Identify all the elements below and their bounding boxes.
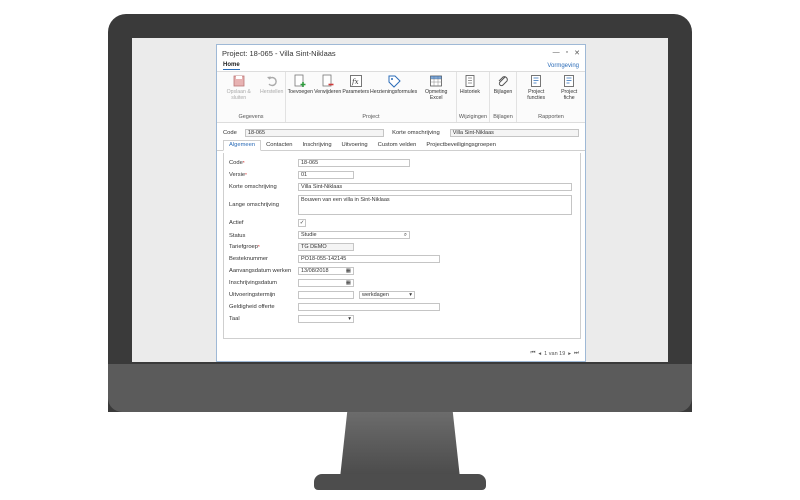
delete-button[interactable]: Verwijderen: [314, 74, 341, 114]
active-checkbox[interactable]: ✓: [298, 219, 306, 227]
quote-validity-label: Geldigheid offerte: [229, 304, 275, 310]
active-label: Actief: [229, 220, 244, 226]
search-icon[interactable]: ⌕: [404, 232, 407, 239]
ribbon-group-label: Bijlagen: [493, 114, 513, 120]
delete-document-icon: [322, 74, 334, 87]
short-description-label: Korte omschrijving: [392, 130, 440, 136]
tab-contacten[interactable]: Contacten: [261, 141, 297, 150]
first-record-icon[interactable]: ⏮: [530, 350, 535, 357]
window-title: Project: 18-065 - Villa Sint-Niklaas: [222, 48, 336, 58]
revision-formulas-button[interactable]: Herzieningsformules: [370, 74, 417, 114]
ribbon-group-rapporten: Project functies Project fiche Rapporten: [517, 72, 585, 122]
ribbon-group-project: Toevoegen Verwijderen fx Parameters Herz…: [286, 72, 457, 122]
project-functions-button[interactable]: Project functies: [519, 74, 553, 114]
ribbon-group-gegevens: Opslaan & sluiten Herstellen Gegevens: [217, 72, 286, 122]
monitor-chin: [108, 364, 692, 412]
short-description-field[interactable]: Villa Sint-Niklaas: [449, 129, 579, 137]
specification-number-input[interactable]: PO18-055-142145: [298, 255, 440, 263]
record-pager: ⏮ ◂ 1 van 19 ▸ ⏭: [530, 350, 579, 357]
report-icon: [531, 75, 542, 87]
ribbon-group-label: Rapporten: [538, 114, 564, 120]
tab-vormgeving[interactable]: Vormgeving: [547, 63, 579, 69]
code-form-label: Code*: [229, 160, 245, 166]
tab-home[interactable]: Home: [223, 62, 240, 70]
tag-icon: [388, 75, 401, 88]
tab-inschrijving[interactable]: Inschrijving: [298, 141, 337, 150]
calendar-icon[interactable]: ▦: [346, 268, 351, 274]
paperclip-icon: [498, 76, 508, 87]
code-input[interactable]: 18-065: [298, 159, 410, 167]
general-form: Code* 18-065 Versie* 01 Korte omschrijvi…: [223, 153, 581, 339]
add-document-icon: [294, 74, 306, 87]
monitor-stand: [340, 412, 460, 478]
long-desc-textarea[interactable]: Bouwen van een villa in Sint-Niklaas: [298, 195, 572, 215]
registration-date-label: Inschrijvingsdatum: [229, 280, 278, 286]
report-icon: [564, 75, 575, 87]
execution-term-unit-select[interactable]: werkdagen ▾: [359, 291, 415, 299]
last-record-icon[interactable]: ⏭: [574, 350, 579, 357]
history-icon: [465, 75, 475, 87]
code-label: Code: [223, 130, 237, 136]
history-button[interactable]: Historiek: [459, 74, 481, 114]
ribbon: Opslaan & sluiten Herstellen Gegevens To…: [217, 71, 585, 123]
calendar-icon[interactable]: ▦: [346, 280, 351, 286]
execution-term-label: Uitvoeringstermijn: [229, 292, 276, 298]
start-date-label: Aanvangsdatum werken: [229, 268, 292, 274]
ribbon-group-label: Gegevens: [238, 114, 264, 120]
detail-tabs: Algemeen Contacten Inschrijving Uitvoeri…: [217, 140, 585, 151]
tab-algemeen[interactable]: Algemeen: [223, 140, 262, 151]
tariff-group-input[interactable]: TG DEMO: [298, 243, 354, 251]
tariff-group-label: Tariefgroep*: [229, 244, 260, 250]
language-select[interactable]: ▾: [298, 315, 354, 323]
ribbon-group-bijlagen: Bijlagen Bijlagen: [490, 72, 518, 122]
ribbon-group-wijzigingen: Historiek Wijzigingen: [457, 72, 491, 122]
title-bar: Project: 18-065 - Villa Sint-Niklaas — ▫…: [217, 45, 585, 61]
status-label: Status: [229, 233, 246, 239]
close-icon[interactable]: ✕: [574, 49, 580, 57]
minimize-icon[interactable]: —: [553, 49, 560, 57]
attachments-button[interactable]: Bijlagen: [492, 74, 514, 114]
project-sheet-button[interactable]: Project fiche: [555, 74, 583, 114]
version-input[interactable]: 01: [298, 171, 354, 179]
previous-record-icon[interactable]: ◂: [538, 351, 541, 357]
ribbon-tabs: Home Vormgeving: [217, 61, 585, 71]
project-window: Project: 18-065 - Villa Sint-Niklaas — ▫…: [216, 44, 586, 362]
save-icon: [233, 75, 245, 87]
tab-uitvoering[interactable]: Uitvoering: [337, 141, 373, 150]
spreadsheet-icon: [430, 75, 443, 87]
start-date-input[interactable]: 13/08/2018 ▦: [298, 267, 354, 275]
save-close-button[interactable]: Opslaan & sluiten: [219, 74, 258, 114]
restore-button[interactable]: Herstellen: [260, 74, 283, 114]
next-record-icon[interactable]: ▸: [568, 351, 571, 357]
tab-projectbeveiligingsgroepen[interactable]: Projectbeveiligingsgroepen: [421, 141, 501, 150]
undo-icon: [266, 76, 277, 87]
monitor-base: [314, 474, 486, 490]
add-button[interactable]: Toevoegen: [288, 74, 313, 114]
chevron-down-icon: ▾: [348, 316, 351, 322]
code-field[interactable]: 18-065: [244, 129, 385, 137]
header-fields: Code 18-065 Korte omschrijving Villa Sin…: [217, 123, 585, 140]
execution-term-input[interactable]: [298, 291, 354, 299]
tab-custom-velden[interactable]: Custom velden: [373, 141, 422, 150]
version-label: Versie*: [229, 172, 247, 178]
long-desc-label: Lange omschrijving: [229, 202, 279, 208]
registration-date-input[interactable]: ▦: [298, 279, 354, 287]
status-lookup[interactable]: Studie ⌕: [298, 231, 410, 239]
short-desc-input[interactable]: Villa Sint-Niklaas: [298, 183, 572, 191]
short-desc-form-label: Korte omschrijving: [229, 184, 277, 190]
record-position: 1 van 19: [544, 350, 566, 357]
parameters-button[interactable]: fx Parameters: [342, 74, 369, 114]
svg-text:fx: fx: [351, 78, 359, 86]
function-icon: fx: [349, 75, 362, 87]
specification-number-label: Besteknummer: [229, 256, 268, 262]
chevron-down-icon: ▾: [409, 292, 412, 298]
quote-validity-input[interactable]: [298, 303, 440, 311]
ribbon-group-label: Project: [362, 114, 380, 120]
monitor-screen: Project: 18-065 - Villa Sint-Niklaas — ▫…: [132, 38, 668, 362]
ribbon-group-label: Wijzigingen: [458, 114, 488, 120]
measurement-excel-button[interactable]: Opmeting Excel: [418, 74, 453, 114]
maximize-icon[interactable]: ▫: [566, 49, 568, 57]
language-label: Taal: [229, 316, 240, 322]
